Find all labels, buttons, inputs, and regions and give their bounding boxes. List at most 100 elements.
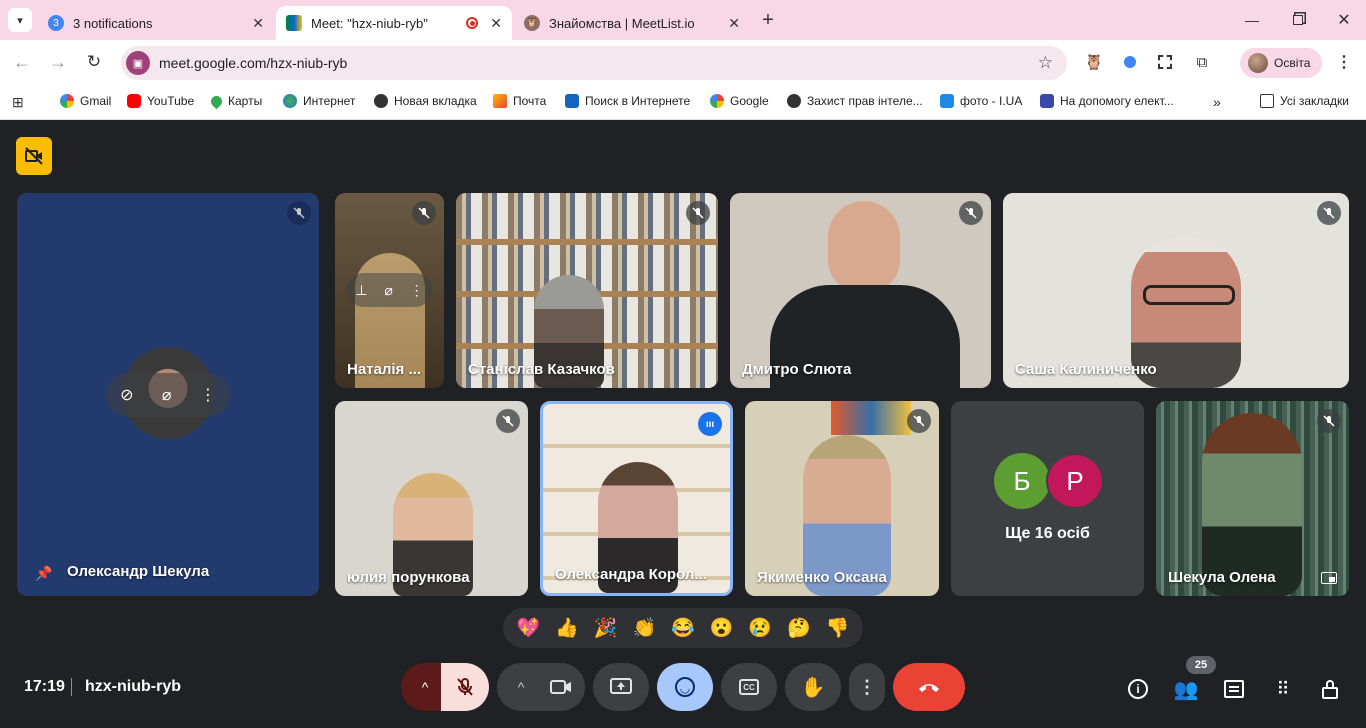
tab-label: Meet: "hzx-niub-ryb"	[311, 15, 428, 31]
site-info-icon[interactable]: ▣	[126, 51, 150, 75]
participant-tile[interactable]: Дмитро Слюта	[730, 193, 991, 388]
reaction-thumbs-up[interactable]: 👍	[555, 616, 579, 640]
reload-icon[interactable]: ↻	[84, 52, 104, 72]
pin-icon[interactable]: ⊥	[355, 282, 367, 299]
reaction-heart[interactable]: 💖	[516, 616, 540, 640]
participant-video	[828, 201, 900, 291]
reaction-surprised[interactable]: 😮	[710, 616, 734, 640]
unpin-icon[interactable]: ⊘	[120, 385, 133, 405]
bookmark-gmail[interactable]: Gmail	[60, 94, 111, 108]
new-tab-button[interactable]: +	[758, 8, 778, 32]
smile-icon: ◡	[675, 677, 695, 697]
screenshot-icon[interactable]	[1155, 52, 1175, 72]
profile-button[interactable]: Освіта	[1240, 48, 1322, 78]
participant-name: Дмитро Слюта	[742, 361, 852, 378]
reaction-thumbs-down[interactable]: 👎	[826, 616, 850, 640]
microphone-off-button[interactable]	[441, 663, 489, 711]
participant-tile[interactable]: Станіслав Казачков	[456, 193, 718, 388]
tab-notifications[interactable]: 3 3 notifications ✕	[38, 6, 274, 40]
emoji-reactions-button[interactable]: ◡	[657, 663, 713, 711]
reaction-thinking[interactable]: 🤔	[787, 616, 811, 640]
participant-tile[interactable]: Якименко Оксана	[745, 401, 939, 596]
bookmark-help[interactable]: На допомогу елект...	[1040, 94, 1174, 108]
extension-blue-icon[interactable]	[1120, 52, 1140, 72]
picture-in-picture-icon[interactable]	[1321, 572, 1337, 584]
minimize-button[interactable]: —	[1242, 8, 1262, 32]
globe-icon	[283, 94, 297, 108]
reaction-laugh[interactable]: 😂	[671, 616, 695, 640]
info-icon	[940, 94, 954, 108]
all-bookmarks[interactable]: Усі закладки	[1260, 94, 1349, 108]
participant-tile[interactable]: ⊘ ⌀ ⋮ 📌 Олександр Шекула	[17, 193, 319, 596]
tab-search-button[interactable]: ▾	[8, 8, 32, 32]
extensions-puzzle-icon[interactable]: ⧉	[1192, 52, 1212, 72]
more-options-button[interactable]: ⋮	[849, 663, 885, 711]
participant-name: Саша Калиниченко	[1015, 361, 1157, 378]
reaction-party[interactable]: 🎉	[594, 616, 618, 640]
more-options-icon[interactable]: ⋮	[200, 385, 216, 405]
recording-icon	[466, 17, 478, 29]
close-tab-icon[interactable]: ✕	[490, 15, 502, 32]
reaction-sad[interactable]: 😢	[748, 616, 772, 640]
glasses	[1143, 285, 1235, 305]
more-options-icon[interactable]: ⋮	[410, 282, 424, 299]
bookmark-mail[interactable]: Почта	[493, 94, 546, 108]
mic-off-icon	[1317, 409, 1341, 433]
activities-grid-icon[interactable]: ⠿	[1270, 677, 1294, 701]
mic-off-icon	[287, 201, 311, 225]
present-screen-button[interactable]	[593, 663, 649, 711]
restore-button[interactable]	[1288, 8, 1308, 32]
host-controls-lock-icon[interactable]	[1318, 677, 1342, 701]
present-icon	[610, 678, 632, 694]
bookmark-ip-rights[interactable]: Захист прав інтеле...	[787, 94, 923, 108]
bookmark-google[interactable]: Google	[710, 94, 769, 108]
close-window-button[interactable]: ✕	[1334, 8, 1354, 32]
meet-stage: ⊘ ⌀ ⋮ 📌 Олександр Шекула ⊥ ⌀ ⋮ Наталія ...…	[0, 121, 1366, 728]
leave-call-button[interactable]	[893, 663, 965, 711]
menu-dots-icon[interactable]: ⋮	[1334, 52, 1354, 72]
others-tile[interactable]: Б Р Ще 16 осіб	[951, 401, 1144, 596]
camera-button[interactable]	[537, 663, 585, 711]
bookmark-star-icon[interactable]: ☆	[1038, 53, 1053, 73]
bookmark-foto[interactable]: фото - I.UA	[940, 94, 1022, 108]
bookmark-youtube[interactable]: YouTube	[127, 94, 194, 108]
participant-tile[interactable]: ⊥ ⌀ ⋮ Наталія ...	[335, 193, 444, 388]
tab-meet[interactable]: Meet: "hzx-niub-ryb" ✕	[276, 6, 512, 40]
mute-icon[interactable]: ⌀	[162, 385, 172, 405]
mic-off-icon	[457, 678, 473, 696]
bookmark-new-tab[interactable]: Новая вкладка	[374, 94, 477, 108]
bookmark-internet[interactable]: Интернет	[283, 94, 355, 108]
captions-button[interactable]: CC	[721, 663, 777, 711]
people-icon[interactable]: 👥	[1172, 677, 1200, 701]
closed-captions-icon: CC	[739, 679, 759, 695]
participant-tile[interactable]: юлия порункова	[335, 401, 528, 596]
tab-meetlist[interactable]: 🦉 Знайомства | MeetList.io ✕	[514, 6, 750, 40]
chevron-up-icon: ^	[517, 679, 525, 695]
owl-extension-icon[interactable]: 🦉	[1084, 52, 1104, 72]
camera-off-indicator[interactable]	[16, 137, 52, 175]
close-tab-icon[interactable]: ✕	[728, 15, 740, 32]
bookmark-label: фото - I.UA	[960, 94, 1023, 108]
chat-icon[interactable]	[1222, 677, 1246, 701]
bookmark-label: На допомогу елект...	[1060, 94, 1174, 108]
apps-grid-icon[interactable]: ⊞	[12, 94, 24, 111]
bookmarks-overflow-icon[interactable]: »	[1213, 94, 1221, 110]
mic-off-icon	[412, 201, 436, 225]
back-icon[interactable]: ←	[12, 52, 32, 72]
participant-tile[interactable]: Саша Калиниченко	[1003, 193, 1349, 388]
close-tab-icon[interactable]: ✕	[252, 15, 264, 32]
address-bar[interactable]: ▣ meet.google.com/hzx-niub-ryb ☆	[121, 46, 1067, 80]
forward-icon[interactable]: →	[48, 52, 68, 72]
mute-icon[interactable]: ⌀	[384, 282, 392, 299]
raise-hand-button[interactable]: ✋	[785, 663, 841, 711]
owl-icon: 🦉	[524, 15, 540, 31]
meeting-details-icon[interactable]: i	[1126, 677, 1150, 701]
participant-name: Олександр Шекула	[67, 563, 210, 580]
bookmark-search[interactable]: Поиск в Интернете	[565, 94, 690, 108]
bookmark-maps[interactable]: Карты	[208, 93, 262, 109]
participant-tile[interactable]: ııı Олександра Корол...	[540, 401, 733, 596]
reaction-clap[interactable]: 👏	[632, 616, 656, 640]
reactions-bar: 💖 👍 🎉 👏 😂 😮 😢 🤔 👎	[503, 608, 863, 648]
others-count-label: Ще 16 осіб	[1005, 525, 1090, 542]
participant-tile[interactable]: Шекула Олена	[1156, 401, 1349, 596]
